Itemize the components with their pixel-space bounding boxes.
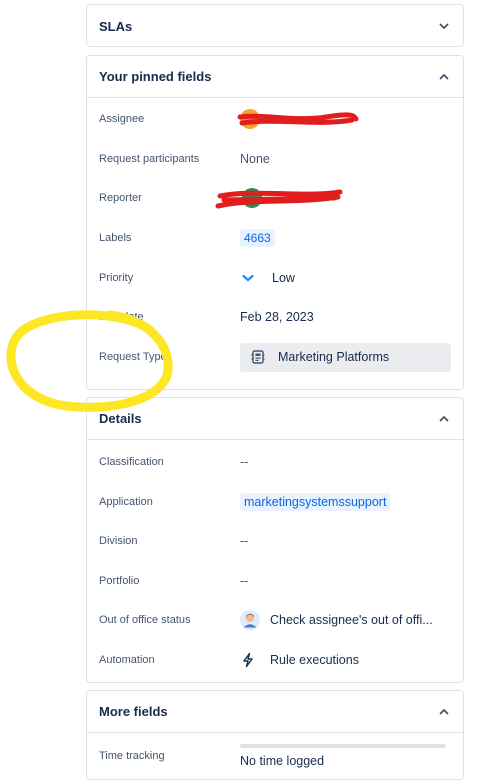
panel-title: Details xyxy=(99,411,142,426)
field-label: Assignee xyxy=(99,113,145,125)
person-avatar-icon xyxy=(240,610,260,630)
chevron-up-icon[interactable] xyxy=(437,705,451,719)
avatar xyxy=(242,188,262,208)
field-label: Priority xyxy=(99,272,134,284)
application-value[interactable]: marketingsystemssupport xyxy=(240,493,391,511)
field-label: Division xyxy=(99,535,138,547)
avatar xyxy=(240,109,260,129)
field-label: Due date xyxy=(99,311,144,323)
field-label: Reporter xyxy=(99,192,142,204)
chevron-down-icon xyxy=(242,274,254,282)
field-label: Time tracking xyxy=(99,750,165,762)
chevron-up-icon[interactable] xyxy=(437,412,451,426)
label-chip[interactable]: 4663 xyxy=(240,229,275,247)
panel-title: More fields xyxy=(99,704,168,719)
request-type-value[interactable]: Marketing Platforms xyxy=(240,342,451,372)
field-label: Out of office status xyxy=(99,614,191,626)
chevron-down-icon[interactable] xyxy=(437,19,451,33)
time-tracking-text: No time logged xyxy=(240,754,325,768)
request-type-icon xyxy=(251,350,265,364)
more-fields-header[interactable]: More fields xyxy=(87,691,463,733)
field-row-automation: Automation Rule executions xyxy=(99,645,451,675)
details-header[interactable]: Details xyxy=(87,398,463,440)
field-row-due-date: Due date Feb 28, 2023 xyxy=(99,302,451,332)
field-label: Request participants xyxy=(99,153,200,165)
priority-value[interactable]: Low xyxy=(240,270,295,286)
field-row-application: Application marketingsystemssupport xyxy=(99,487,451,517)
field-row-division: Division -- xyxy=(99,526,451,556)
priority-text: Low xyxy=(272,271,295,285)
panel-title: Your pinned fields xyxy=(99,69,212,84)
slas-panel-header[interactable]: SLAs xyxy=(87,5,463,47)
more-fields-panel: More fields Time tracking No time logged xyxy=(86,690,464,780)
time-tracking-bar xyxy=(240,744,446,748)
field-row-classification: Classification -- xyxy=(99,447,451,477)
field-value[interactable]: -- xyxy=(240,455,248,469)
field-value[interactable]: -- xyxy=(240,534,248,548)
time-tracking-value[interactable]: No time logged xyxy=(240,744,446,768)
field-value[interactable]: Feb 28, 2023 xyxy=(240,310,314,324)
application-chip[interactable]: marketingsystemssupport xyxy=(240,493,391,511)
automation-value[interactable]: Rule executions xyxy=(240,651,359,669)
field-label: Portfolio xyxy=(99,575,140,587)
lightning-icon xyxy=(243,652,253,668)
field-row-portfolio: Portfolio -- xyxy=(99,566,451,596)
field-label: Automation xyxy=(99,654,155,666)
field-label: Application xyxy=(99,496,153,508)
request-type-text: Marketing Platforms xyxy=(278,350,390,364)
field-value[interactable]: None xyxy=(240,152,270,166)
field-label: Request Type xyxy=(99,351,167,363)
slas-panel: SLAs xyxy=(86,4,464,47)
assignee-value[interactable] xyxy=(240,109,260,129)
field-row-out-of-office: Out of office status Check assignee's ou… xyxy=(99,605,451,635)
pinned-fields-header[interactable]: Your pinned fields xyxy=(87,56,463,98)
field-row-request-type: Request Type Marketing Platforms xyxy=(99,342,451,372)
details-panel: Details Classification -- Application ma… xyxy=(86,397,464,683)
field-label: Labels xyxy=(99,232,132,244)
out-of-office-text: Check assignee's out of offi... xyxy=(270,613,433,627)
out-of-office-value[interactable]: Check assignee's out of offi... xyxy=(240,610,433,630)
panel-title: SLAs xyxy=(99,18,133,34)
field-value[interactable]: -- xyxy=(240,574,248,588)
pinned-fields-panel: Your pinned fields Assignee Request part… xyxy=(86,55,464,390)
field-row-request-participants: Request participants None xyxy=(99,144,451,174)
labels-value[interactable]: 4663 xyxy=(240,229,275,247)
field-label: Classification xyxy=(99,456,164,468)
reporter-value[interactable] xyxy=(240,188,262,208)
field-row-time-tracking: Time tracking No time logged xyxy=(99,741,451,771)
automation-text: Rule executions xyxy=(270,653,359,667)
chevron-up-icon[interactable] xyxy=(437,70,451,84)
field-row-labels: Labels 4663 xyxy=(99,223,451,253)
field-row-reporter: Reporter xyxy=(99,183,451,213)
field-row-priority: Priority Low xyxy=(99,263,451,293)
field-row-assignee: Assignee xyxy=(99,104,451,134)
